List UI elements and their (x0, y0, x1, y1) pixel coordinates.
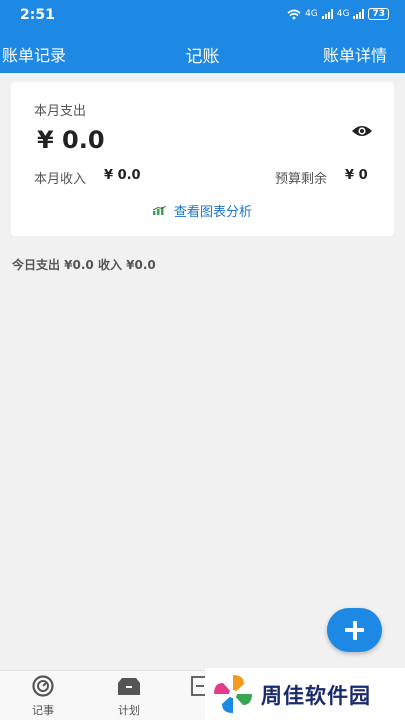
monthly-expense-value: ¥ 0.0 (37, 126, 105, 154)
status-bar: 2:51 4G 4G 73 (0, 0, 405, 32)
pinwheel-logo-icon (214, 675, 252, 713)
status-time: 2:51 (20, 7, 55, 23)
eye-icon[interactable] (351, 124, 373, 138)
wifi-icon (287, 9, 301, 19)
watermark-text: 周佳软件园 (261, 684, 371, 708)
bill-records-link[interactable]: 账单记录 (2, 42, 66, 66)
add-record-button[interactable] (327, 608, 382, 652)
tab-label-notes: 记事 (32, 704, 54, 717)
view-chart-analysis-label: 查看图表分析 (173, 205, 252, 220)
signal-icon-2 (353, 9, 365, 19)
tab-notes[interactable]: 记事 (8, 671, 78, 720)
monthly-summary-card: 本月支出 ¥ 0.0 本月收入 ¥ 0.0 预算剩余 ¥ 0 查看图表分析 (11, 82, 394, 236)
view-chart-analysis-link[interactable]: 查看图表分析 (11, 201, 394, 220)
app-bar: 账单记录 记账 账单详情 (0, 32, 405, 73)
network-type-1: 4G (305, 9, 318, 19)
budget-remaining-value: ¥ 0 (345, 168, 368, 183)
tab-label-plan: 计划 (118, 704, 140, 717)
monthly-expense-label: 本月支出 (34, 104, 87, 119)
battery-icon: 73 (368, 8, 389, 20)
bill-details-link[interactable]: 账单详情 (323, 42, 387, 66)
monthly-income-label: 本月收入 (34, 172, 87, 187)
budget-remaining-label: 预算剩余 (275, 172, 328, 187)
signal-icon-1 (321, 9, 333, 19)
network-type-2: 4G (336, 9, 350, 19)
status-icons: 4G 4G 73 (287, 8, 389, 20)
today-summary: 今日支出 ¥0.0 收入 ¥0.0 (12, 258, 156, 272)
chart-icon (152, 206, 166, 215)
tab-plan[interactable]: 计划 (94, 671, 164, 720)
timer-icon (32, 675, 54, 697)
watermark: 周佳软件园 (205, 668, 405, 720)
folder-icon (118, 678, 140, 695)
monthly-income-value: ¥ 0.0 (104, 168, 141, 183)
